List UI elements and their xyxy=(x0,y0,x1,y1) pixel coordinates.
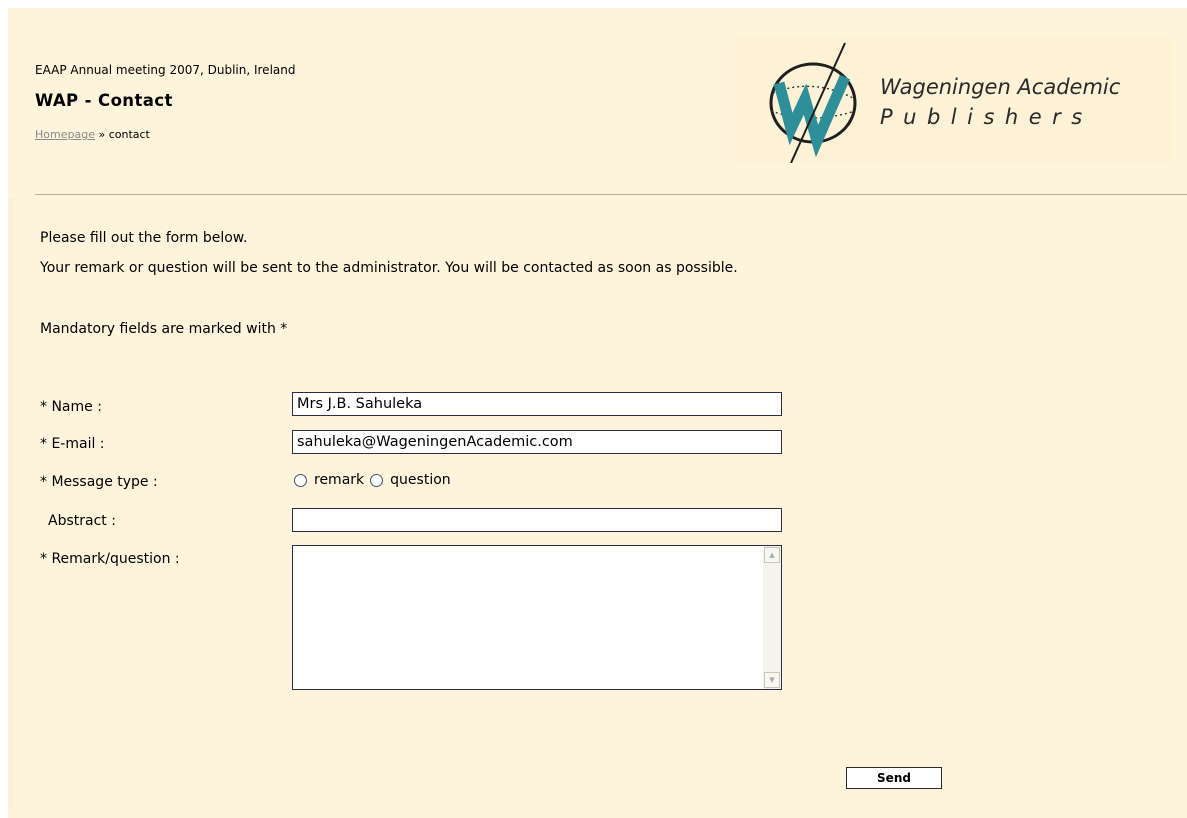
page-title: WAP - Contact xyxy=(35,91,173,110)
page-edge-strip xyxy=(8,198,14,808)
scroll-down-arrow-icon[interactable]: ▼ xyxy=(764,672,780,688)
intro-line-2: Your remark or question will be sent to … xyxy=(40,260,738,276)
publisher-logo: Wageningen Academic Publishers xyxy=(736,35,1173,163)
abstract-input[interactable] xyxy=(292,508,782,532)
message-type-label: * Message type : xyxy=(40,474,158,490)
remark-question-textarea[interactable]: ▲ ▼ xyxy=(292,545,782,690)
email-input[interactable] xyxy=(292,430,782,454)
email-label: * E-mail : xyxy=(40,436,105,452)
breadcrumb-separator: » xyxy=(98,128,106,141)
abstract-label: Abstract : xyxy=(48,513,116,529)
textarea-scrollbar[interactable]: ▲ ▼ xyxy=(763,546,781,689)
breadcrumb: Homepage » contact xyxy=(35,128,150,141)
event-title: EAAP Annual meeting 2007, Dublin, Irelan… xyxy=(35,63,296,77)
scroll-up-arrow-icon[interactable]: ▲ xyxy=(764,547,780,563)
header-divider xyxy=(35,194,1187,195)
mandatory-note: Mandatory fields are marked with * xyxy=(40,321,288,337)
remark-radio-label[interactable]: remark xyxy=(314,472,364,488)
page-container: EAAP Annual meeting 2007, Dublin, Irelan… xyxy=(8,8,1187,818)
breadcrumb-current: contact xyxy=(108,128,150,141)
remark-radio[interactable] xyxy=(294,473,307,487)
intro-line-1: Please fill out the form below. xyxy=(40,230,248,246)
send-button[interactable]: Send xyxy=(846,767,942,789)
question-radio-label[interactable]: question xyxy=(390,472,450,488)
globe-w-icon xyxy=(769,42,857,163)
logo-name-line2: Publishers xyxy=(880,105,1093,129)
breadcrumb-home-link[interactable]: Homepage xyxy=(35,128,95,141)
name-label: * Name : xyxy=(40,399,102,415)
remark-question-label: * Remark/question : xyxy=(40,551,180,567)
question-radio[interactable] xyxy=(370,473,384,487)
logo-name-line1: Wageningen Academic xyxy=(880,75,1121,99)
message-type-radio-group: remark question xyxy=(294,472,457,488)
name-input[interactable] xyxy=(292,392,782,416)
